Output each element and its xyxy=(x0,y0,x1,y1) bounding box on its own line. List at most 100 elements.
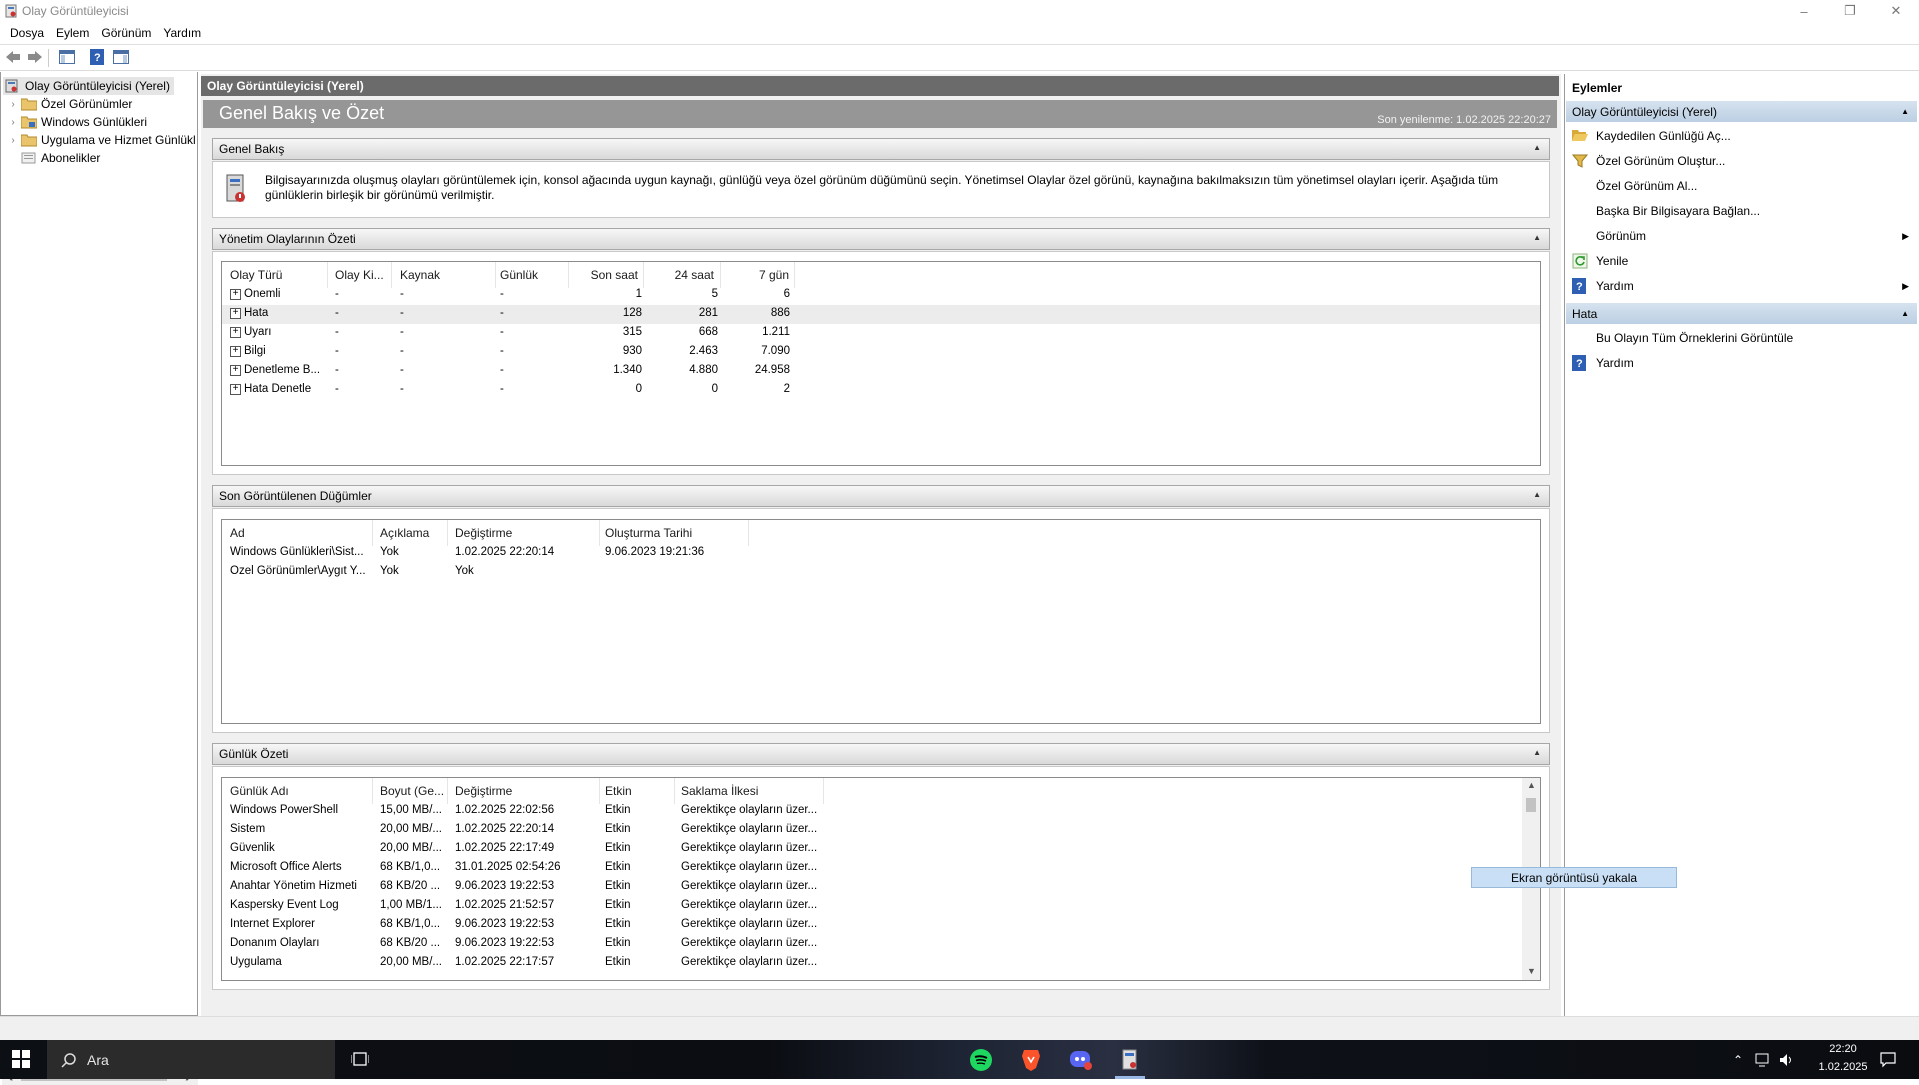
collapse-icon[interactable]: ▲ xyxy=(1533,233,1541,242)
table-row[interactable]: Microsoft Office Alerts 68 KB/1,0... 31.01… xyxy=(222,859,1520,878)
action-item[interactable]: Başka Bir Bilgisayara Bağlan... xyxy=(1566,200,1917,222)
expand-row-icon[interactable]: + xyxy=(230,308,241,319)
tree-item-windows-logs[interactable]: › Windows Günlükleri xyxy=(7,113,147,131)
expand-row-icon[interactable]: + xyxy=(230,384,241,395)
menu-action[interactable]: Eylem xyxy=(50,26,95,40)
column-header[interactable]: Kaynak xyxy=(400,268,440,282)
table-row[interactable]: Windows PowerShell 15,00 MB/... 1.02.2025 … xyxy=(222,802,1520,821)
table-row[interactable]: Internet Explorer 68 KB/1,0... 9.06.2023 1… xyxy=(222,916,1520,935)
column-divider xyxy=(372,520,373,546)
chevron-right-icon[interactable]: › xyxy=(7,99,19,110)
back-arrow-icon[interactable] xyxy=(3,47,23,67)
column-header[interactable]: Olay Türü xyxy=(230,268,282,282)
task-view-icon[interactable] xyxy=(351,1051,369,1067)
submenu-arrow-icon[interactable]: ▶ xyxy=(1902,231,1909,242)
actions-group-error[interactable]: Hata ▲ xyxy=(1566,303,1917,324)
section-header-log-summary[interactable]: Günlük Özeti ▲ xyxy=(212,743,1550,765)
clock-time[interactable]: 22:20 xyxy=(1818,1043,1868,1055)
scroll-up-icon[interactable]: ▲ xyxy=(1527,780,1536,790)
expand-row-icon[interactable]: + xyxy=(230,289,241,300)
forward-arrow-icon[interactable] xyxy=(25,47,45,67)
column-header[interactable]: 7 gün xyxy=(720,268,789,282)
section-header-admin-summary[interactable]: Yönetim Olaylarının Özeti ▲ xyxy=(212,228,1550,250)
collapse-icon[interactable]: ▲ xyxy=(1533,490,1541,499)
action-item[interactable]: Görünüm ▶ xyxy=(1566,225,1917,247)
column-header[interactable]: Saklama İlkesi xyxy=(681,784,758,798)
show-hide-console-tree-icon[interactable] xyxy=(57,47,77,67)
table-row[interactable]: + Hata - - - 128 281 886 xyxy=(222,305,1540,324)
collapse-icon[interactable]: ▲ xyxy=(1901,309,1909,318)
show-hide-action-pane-icon[interactable] xyxy=(111,47,131,67)
column-header[interactable]: Ad xyxy=(230,526,245,540)
menu-file[interactable]: Dosya xyxy=(4,26,50,40)
event-viewer-taskbar-icon[interactable] xyxy=(1122,1049,1138,1071)
expand-row-icon[interactable]: + xyxy=(230,327,241,338)
action-item[interactable]: Kaydedilen Günlüğü Aç... xyxy=(1566,125,1917,147)
table-row[interactable]: Donanım Olayları 68 KB/20 ... 9.06.2023 19… xyxy=(222,935,1520,954)
scrollbar-thumb[interactable] xyxy=(1526,798,1536,812)
notification-center-icon[interactable] xyxy=(1880,1052,1896,1068)
chevron-right-icon[interactable]: › xyxy=(7,117,19,128)
chevron-right-icon[interactable]: › xyxy=(7,135,19,146)
column-header[interactable]: Açıklama xyxy=(380,526,429,540)
menu-help[interactable]: Yardım xyxy=(157,26,207,40)
clock-date[interactable]: 1.02.2025 xyxy=(1810,1061,1876,1073)
table-row[interactable]: Uygulama 20,00 MB/... 1.02.2025 22:17:57 Et… xyxy=(222,954,1520,973)
section-header-recent-nodes[interactable]: Son Görüntülenen Düğümler ▲ xyxy=(212,485,1550,507)
action-item[interactable]: ? Yardım xyxy=(1566,352,1917,374)
brave-browser-icon[interactable] xyxy=(1021,1048,1041,1072)
table-row[interactable]: Sistem 20,00 MB/... 1.02.2025 22:20:14 Etki… xyxy=(222,821,1520,840)
expand-row-icon[interactable]: + xyxy=(230,365,241,376)
action-item[interactable]: Yenile xyxy=(1566,250,1917,272)
column-header[interactable]: Boyut (Ge... xyxy=(380,784,444,798)
table-row[interactable]: Özel Görünümler\Aygıt Y... Yok Yok xyxy=(222,563,1540,582)
show-hidden-icons-icon[interactable]: ⌃ xyxy=(1733,1053,1743,1067)
column-header[interactable]: Olay Ki... xyxy=(335,268,384,282)
column-header[interactable]: Günlük Adı xyxy=(230,784,289,798)
column-header[interactable]: 24 saat xyxy=(643,268,714,282)
restore-button[interactable]: ❐ xyxy=(1827,0,1873,22)
collapse-icon[interactable]: ▲ xyxy=(1533,143,1541,152)
column-header[interactable]: Oluşturma Tarihi xyxy=(605,526,692,540)
collapse-icon[interactable]: ▲ xyxy=(1901,107,1909,116)
capture-screenshot-popup[interactable]: Ekran görüntüsü yakala xyxy=(1471,867,1677,888)
action-item[interactable]: Özel Görünüm Oluştur... xyxy=(1566,150,1917,172)
table-row[interactable]: + Denetleme B... - - - 1.340 4.880 24.958 xyxy=(222,362,1540,381)
table-row[interactable]: + Hata Denetle - - - 0 0 2 xyxy=(222,381,1540,400)
column-header[interactable]: Günlük xyxy=(500,268,538,282)
minimize-button[interactable]: – xyxy=(1781,0,1827,22)
column-header[interactable]: Değiştirme xyxy=(455,526,512,540)
volume-icon[interactable] xyxy=(1779,1052,1795,1068)
tree-item-custom-views[interactable]: › Özel Görünümler xyxy=(7,95,132,113)
table-row[interactable]: Windows Günlükleri\Sist... Yok 1.02.2025 2… xyxy=(222,544,1540,563)
tree-item-app-service-logs[interactable]: › Uygulama ve Hizmet Günlükl xyxy=(7,131,195,149)
actions-group-event-viewer[interactable]: Olay Görüntüleyicisi (Yerel) ▲ xyxy=(1566,101,1917,122)
scroll-down-icon[interactable]: ▼ xyxy=(1527,966,1536,976)
windows-start-icon[interactable] xyxy=(12,1050,30,1068)
action-item[interactable]: Özel Görünüm Al... xyxy=(1566,175,1917,197)
table-row[interactable]: + Uyarı - - - 315 668 1.211 xyxy=(222,324,1540,343)
column-header[interactable]: Son saat xyxy=(568,268,638,282)
action-item[interactable]: Bu Olayın Tüm Örneklerini Görüntüle xyxy=(1566,327,1917,349)
table-row[interactable]: + Önemli - - - 1 5 6 xyxy=(222,286,1540,305)
action-item[interactable]: ? Yardım ▶ xyxy=(1566,275,1917,297)
column-header[interactable]: Değiştirme xyxy=(455,784,512,798)
menu-view[interactable]: Görünüm xyxy=(95,26,157,40)
tree-item-event-viewer-local[interactable]: Olay Görüntüleyicisi (Yerel) xyxy=(3,77,174,95)
section-header-overview[interactable]: Genel Bakış ▲ xyxy=(212,138,1550,160)
submenu-arrow-icon[interactable]: ▶ xyxy=(1902,281,1909,292)
discord-icon[interactable] xyxy=(1069,1049,1093,1071)
collapse-icon[interactable]: ▲ xyxy=(1533,748,1541,757)
table-row[interactable]: Anahtar Yönetim Hizmeti 68 KB/20 ... 9.06.… xyxy=(222,878,1520,897)
network-icon[interactable] xyxy=(1755,1053,1771,1067)
taskbar-search[interactable]: Ara xyxy=(47,1040,335,1079)
table-row[interactable]: Kaspersky Event Log 1,00 MB/1... 1.02.2025… xyxy=(222,897,1520,916)
help-icon[interactable]: ? xyxy=(87,47,107,67)
column-header[interactable]: Etkin xyxy=(605,784,632,798)
close-button[interactable]: ✕ xyxy=(1873,0,1919,22)
table-row[interactable]: + Bilgi - - - 930 2.463 7.090 xyxy=(222,343,1540,362)
table-row[interactable]: Güvenlik 20,00 MB/... 1.02.2025 22:17:49 Et… xyxy=(222,840,1520,859)
expand-row-icon[interactable]: + xyxy=(230,346,241,357)
spotify-icon[interactable] xyxy=(970,1049,992,1071)
tree-item-subscriptions[interactable]: Abonelikler xyxy=(7,149,100,167)
